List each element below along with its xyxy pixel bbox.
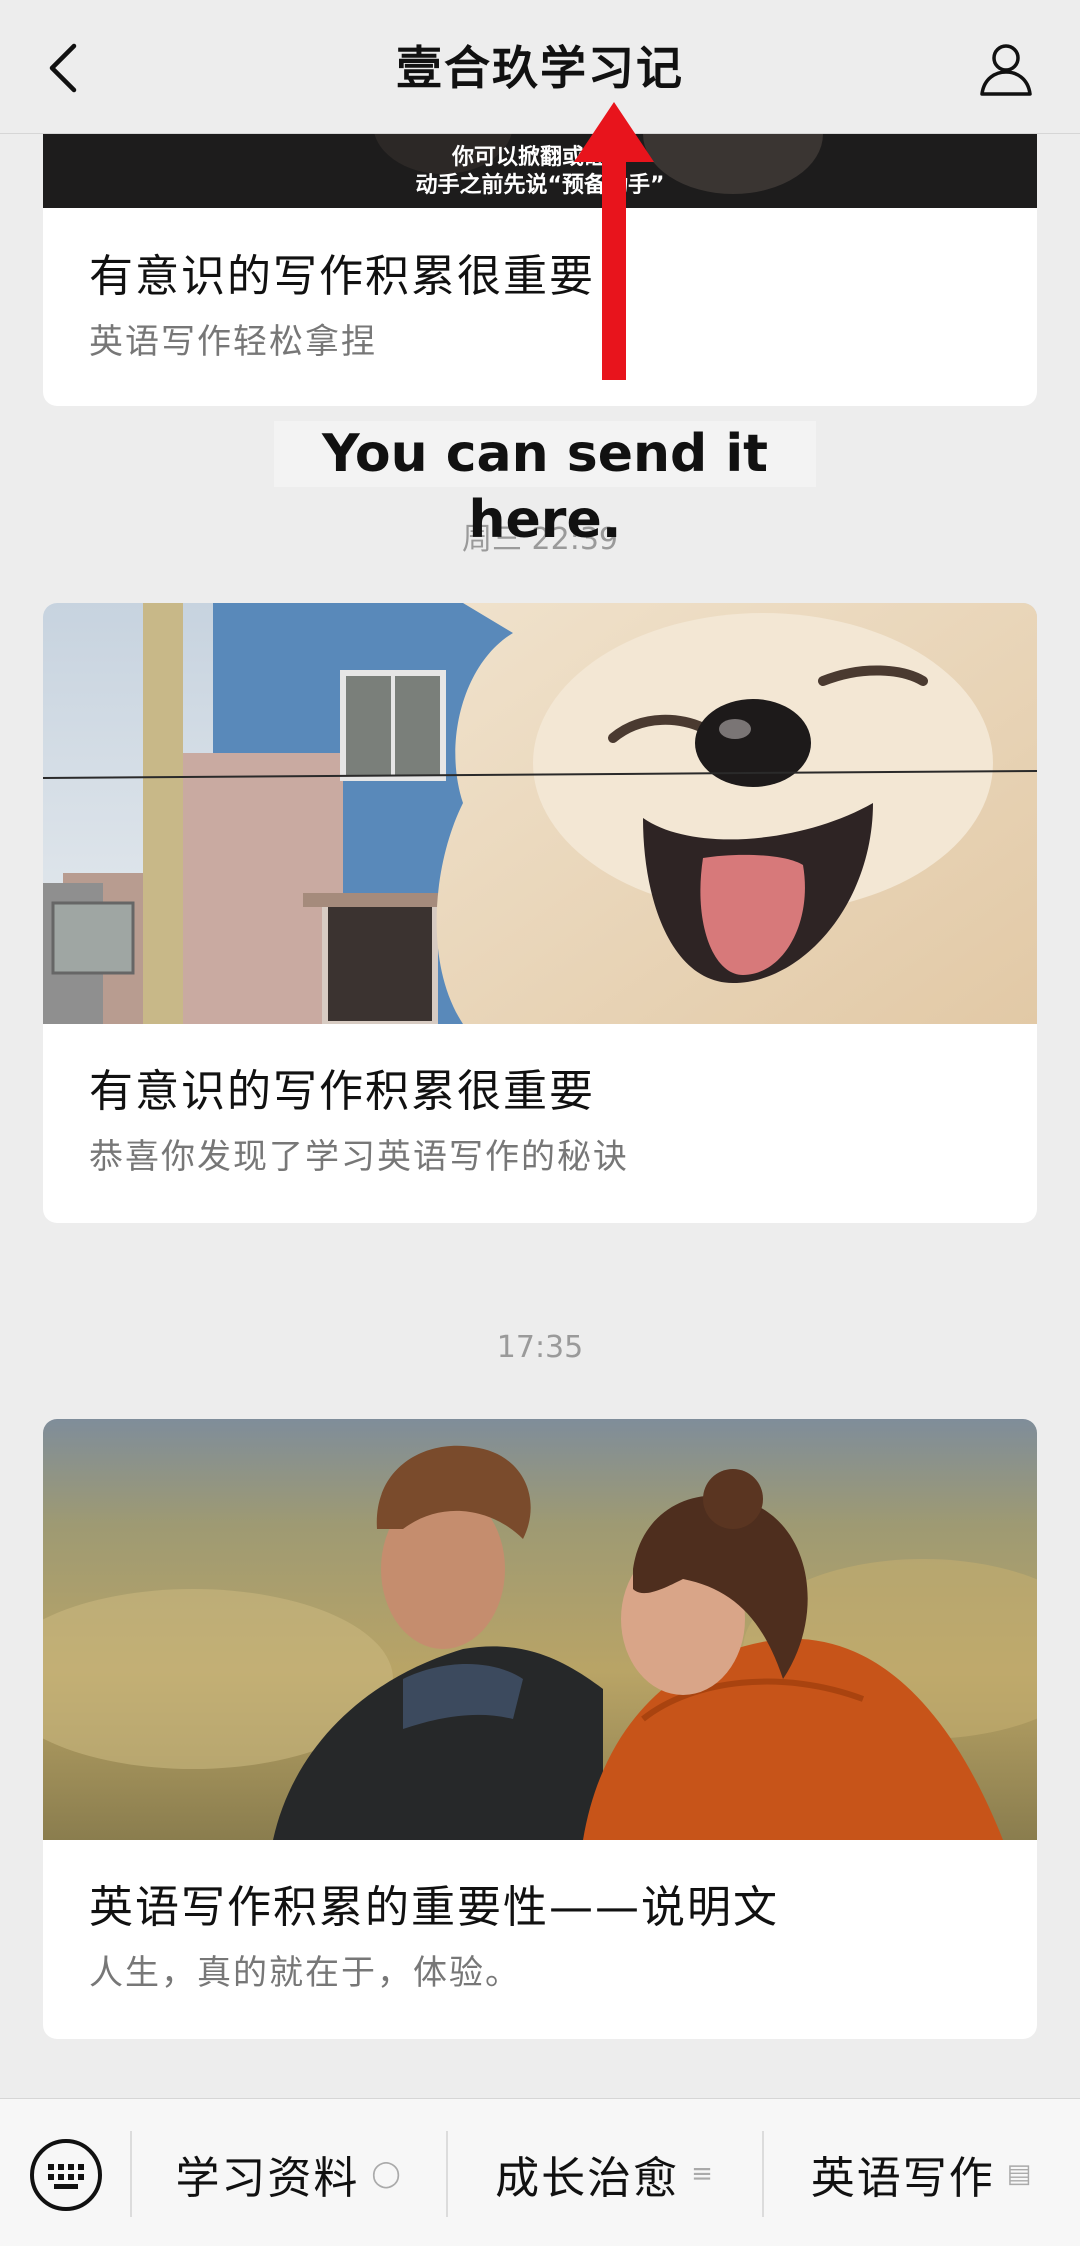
article-cover-image (43, 603, 1037, 1024)
user-icon (980, 44, 1032, 96)
message-timestamp: 17:35 (496, 1330, 584, 1365)
top-nav-bar: 壹合玖学习记 (0, 0, 1080, 134)
article-card[interactable]: 你可以掀翻或砸子 动手之前先说“预备动手” 有意识的写作积累很重要 英语写作轻松… (43, 134, 1037, 406)
article-cover-image: 你可以掀翻或砸子 动手之前先说“预备动手” (43, 134, 1037, 208)
profile-button[interactable] (976, 38, 1036, 98)
menu-item-label: 学习资料 (175, 2153, 360, 2204)
keyboard-toggle-button[interactable] (28, 2137, 104, 2213)
bottom-menu-bar: 学习资料 ◯ 成长治愈 ≡ 英语写作 ▤ (0, 2098, 1080, 2246)
article-subtitle: 恭喜你发现了学习英语写作的秘诀 (89, 1137, 629, 1177)
article-subtitle: 人生，真的就在于，体验。 (89, 1953, 521, 1993)
menu-item-label: 英语写作 (810, 2153, 995, 2204)
page-title: 壹合玖学习记 (396, 41, 684, 95)
menu-item-label: 成长治愈 (495, 2153, 680, 2204)
annotation-caption: You can send it here. (274, 421, 816, 550)
article-cover-image (43, 1419, 1037, 1840)
article-title: 有意识的写作积累很重要 (89, 1066, 595, 1117)
menu-item-study-materials[interactable]: 学习资料 ◯ (132, 2139, 446, 2209)
article-title: 有意识的写作积累很重要 (89, 251, 595, 302)
article-title: 英语写作积累的重要性——说明文 (89, 1882, 779, 1933)
annotation-arrow-icon (574, 102, 654, 380)
menu-item-english-writing[interactable]: 英语写作 ▤ (764, 2139, 1080, 2209)
article-card[interactable]: 英语写作积累的重要性——说明文 人生，真的就在于，体验。 (43, 1419, 1037, 2039)
menu-item-growth-healing[interactable]: 成长治愈 ≡ (448, 2139, 762, 2209)
chat-bubble-icon: ◯ (371, 2159, 403, 2189)
keyboard-icon (30, 2139, 102, 2211)
article-card[interactable]: 有意识的写作积累很重要 恭喜你发现了学习英语写作的秘诀 (43, 603, 1037, 1223)
menu-lines-icon: ≡ (691, 2159, 715, 2189)
article-subtitle: 英语写作轻松拿捏 (89, 322, 377, 362)
document-icon: ▤ (1006, 2159, 1034, 2189)
